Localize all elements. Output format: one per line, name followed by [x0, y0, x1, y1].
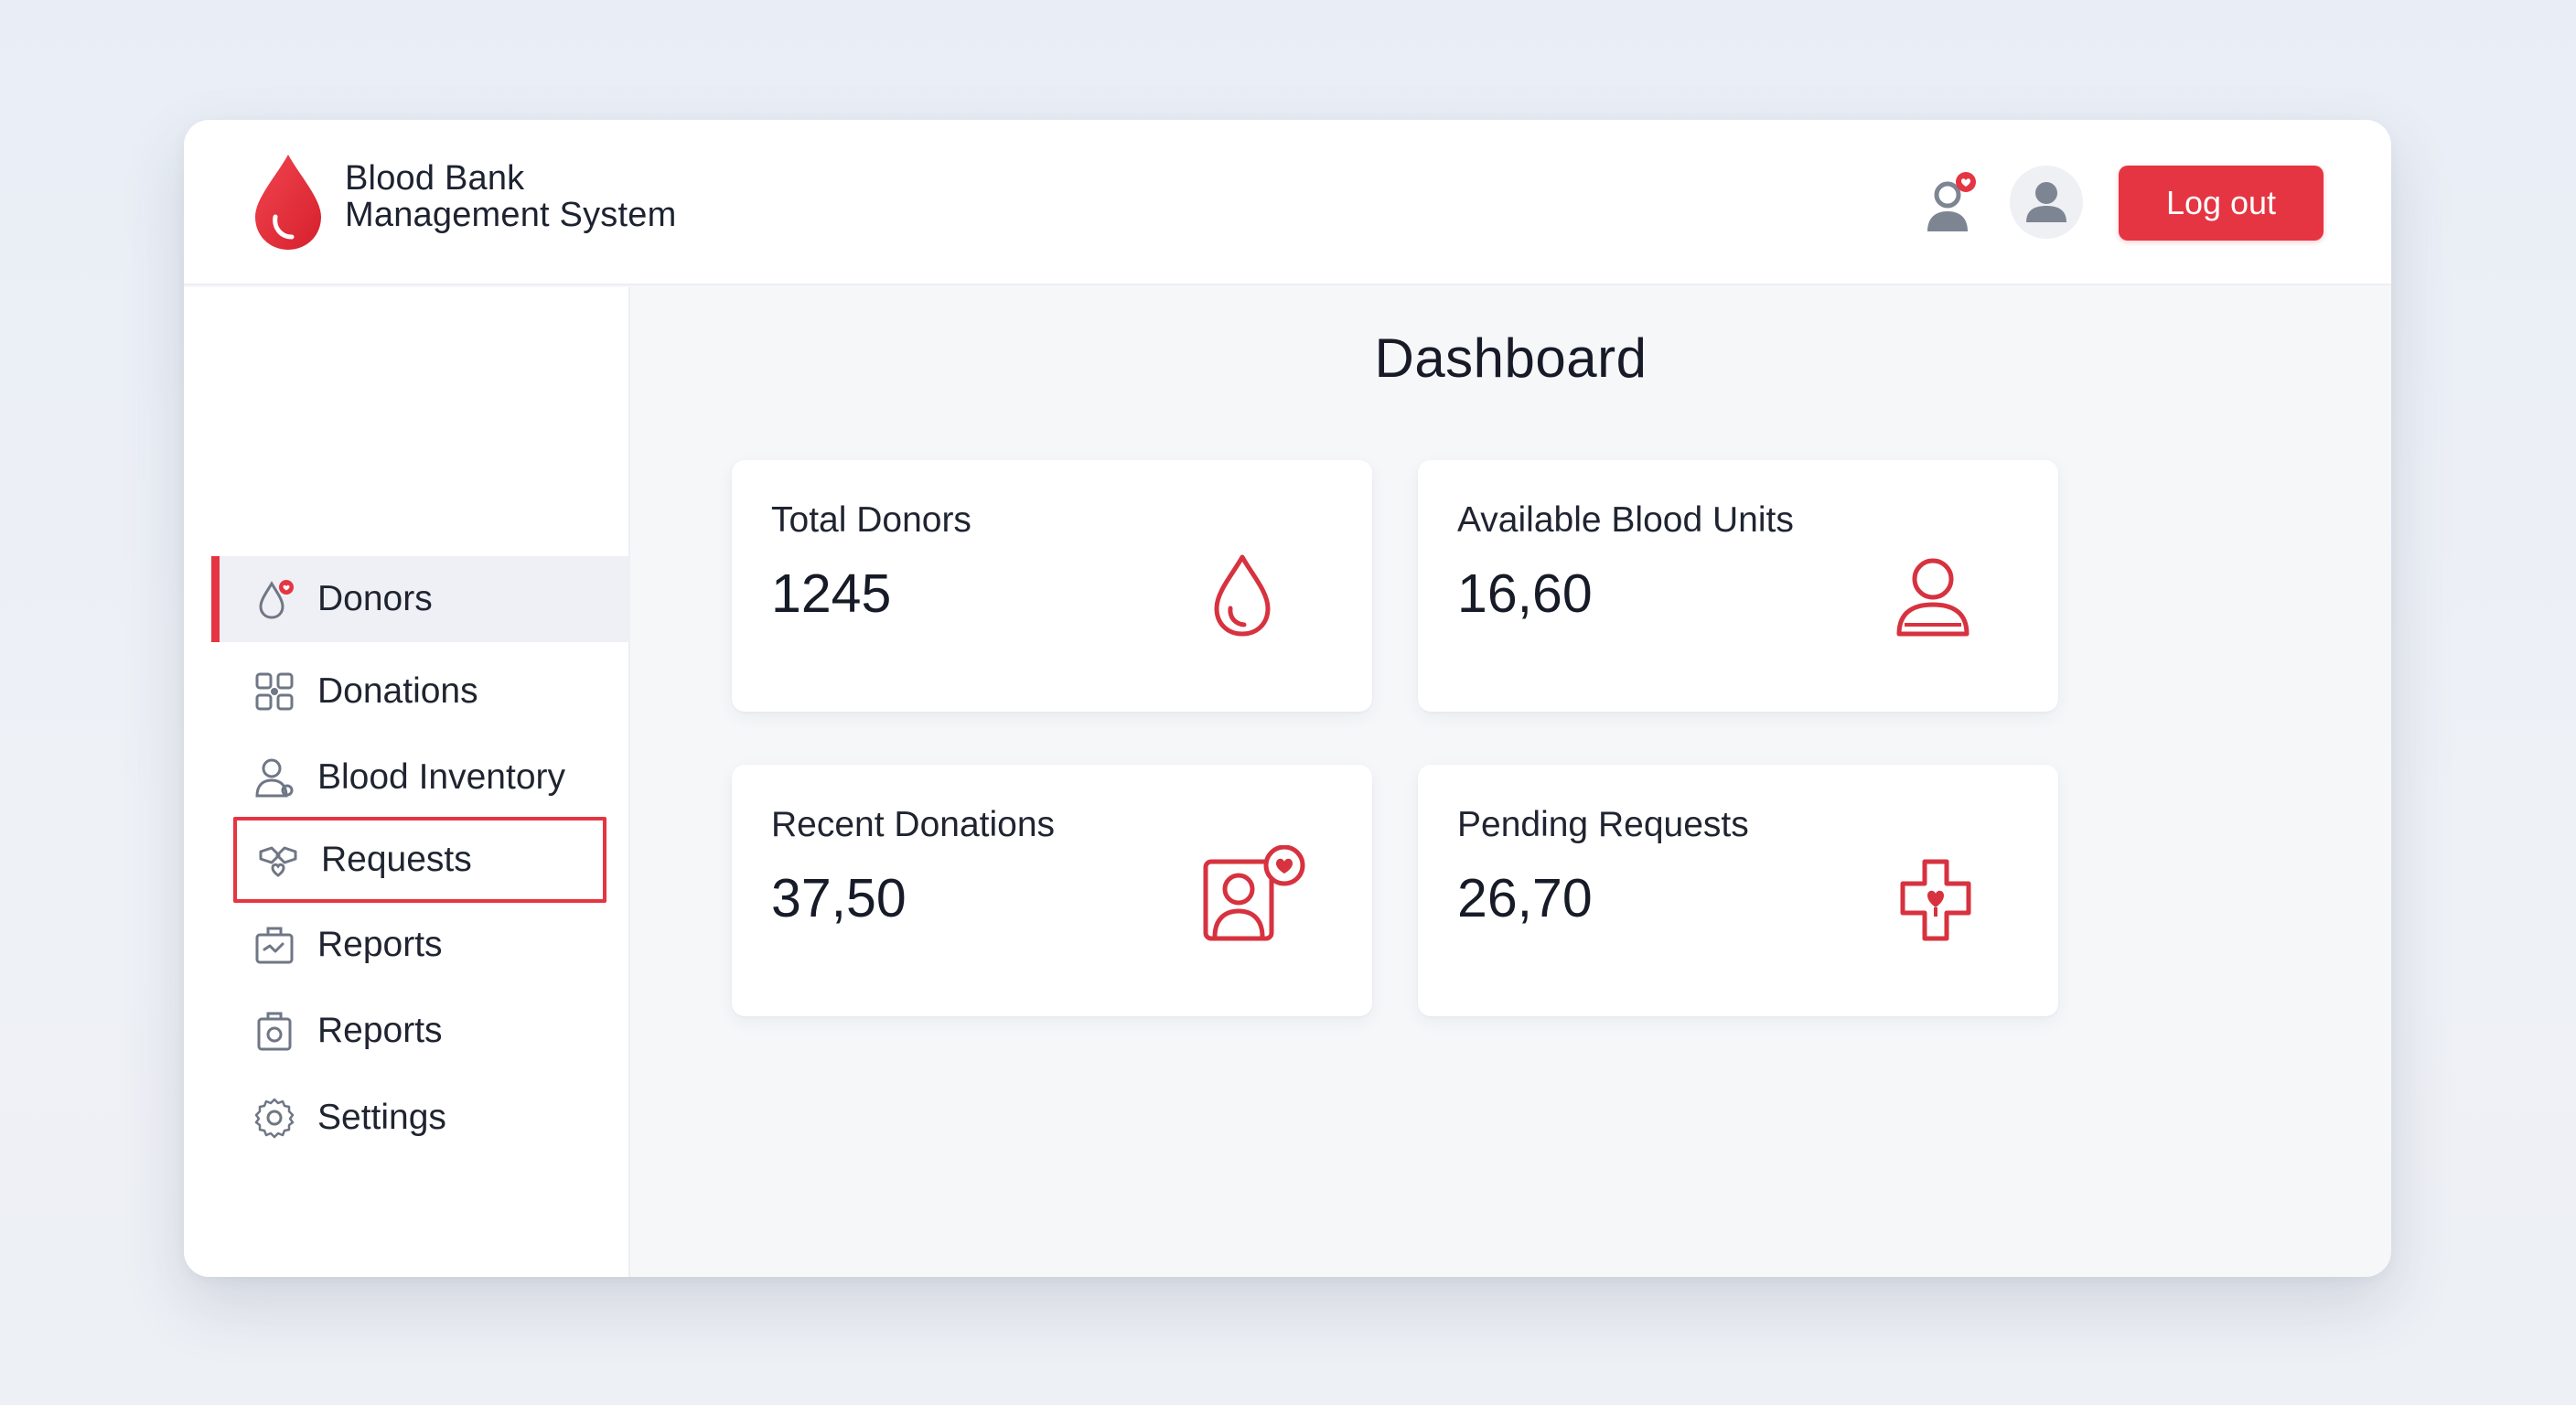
blood-drop-icon: [259, 580, 294, 619]
medical-cross-heart-icon: [1900, 859, 1971, 941]
card-value: 26,70: [1457, 868, 1593, 928]
sidebar-item-donations[interactable]: Donations: [211, 649, 605, 735]
user-icon: [1896, 558, 1970, 637]
inventory-user-icon: [255, 758, 294, 798]
card-value: 37,50: [771, 868, 907, 928]
gear-icon: [254, 1098, 295, 1139]
reports-bag-icon: [257, 1012, 292, 1051]
profile-heart-icon: [1203, 845, 1305, 941]
sidebar-item-label: Reports: [317, 925, 443, 964]
card-value: 16,60: [1457, 563, 1593, 624]
logout-button[interactable]: Log out: [2119, 166, 2324, 241]
stat-card-available-blood-units: Available Blood Units 16,60: [1418, 460, 2058, 712]
sidebar-item-donors[interactable]: Donors: [211, 556, 630, 642]
card-label: Available Blood Units: [1457, 500, 1794, 540]
page-title: Dashboard: [1374, 327, 1648, 389]
user-avatar[interactable]: [2010, 166, 2083, 239]
stat-card-pending-requests: Pending Requests 26,70: [1418, 765, 2058, 1016]
sidebar-item-reports-2[interactable]: Reports: [211, 988, 605, 1074]
top-header: Blood Bank Management System Log out: [184, 120, 2391, 285]
card-label: Recent Donations: [771, 805, 1056, 844]
user-notification-icon[interactable]: [1918, 167, 1988, 237]
sidebar-item-label: Donations: [317, 671, 478, 711]
stat-card-total-donors: Total Donors 1245: [732, 460, 1372, 712]
donations-grid-icon: [255, 672, 294, 711]
sidebar-item-label: Settings: [317, 1098, 446, 1137]
card-value: 1245: [771, 563, 892, 624]
sidebar-item-reports[interactable]: Reports: [211, 902, 605, 988]
sidebar-item-label: Requests: [321, 840, 472, 879]
app-window: Blood Bank Management System Log out Don…: [184, 120, 2391, 1277]
sidebar-item-label: Blood Inventory: [317, 757, 566, 797]
sidebar-item-requests[interactable]: Requests: [233, 817, 606, 903]
sidebar-item-blood-inventory[interactable]: Blood Inventory: [211, 735, 605, 820]
card-label: Pending Requests: [1457, 805, 1749, 844]
app-title-line1: Blood Bank: [345, 159, 525, 198]
sidebar: Donors Donations Blood Inventory Request…: [184, 287, 630, 1277]
sidebar-item-label: Donors: [317, 579, 433, 618]
blood-drop-logo-icon: [255, 155, 321, 250]
blood-drop-icon: [1214, 554, 1271, 637]
card-label: Total Donors: [771, 500, 971, 540]
reports-briefcase-icon: [255, 927, 294, 964]
sidebar-item-settings[interactable]: Settings: [211, 1075, 605, 1161]
avatar-icon: [2026, 182, 2066, 222]
stat-card-recent-donations: Recent Donations 37,50: [732, 765, 1372, 1016]
app-title-line2: Management System: [345, 196, 677, 234]
sidebar-item-label: Reports: [317, 1011, 443, 1050]
requests-hands-icon: [259, 846, 297, 877]
app-title: Blood Bank Management System: [345, 160, 676, 233]
